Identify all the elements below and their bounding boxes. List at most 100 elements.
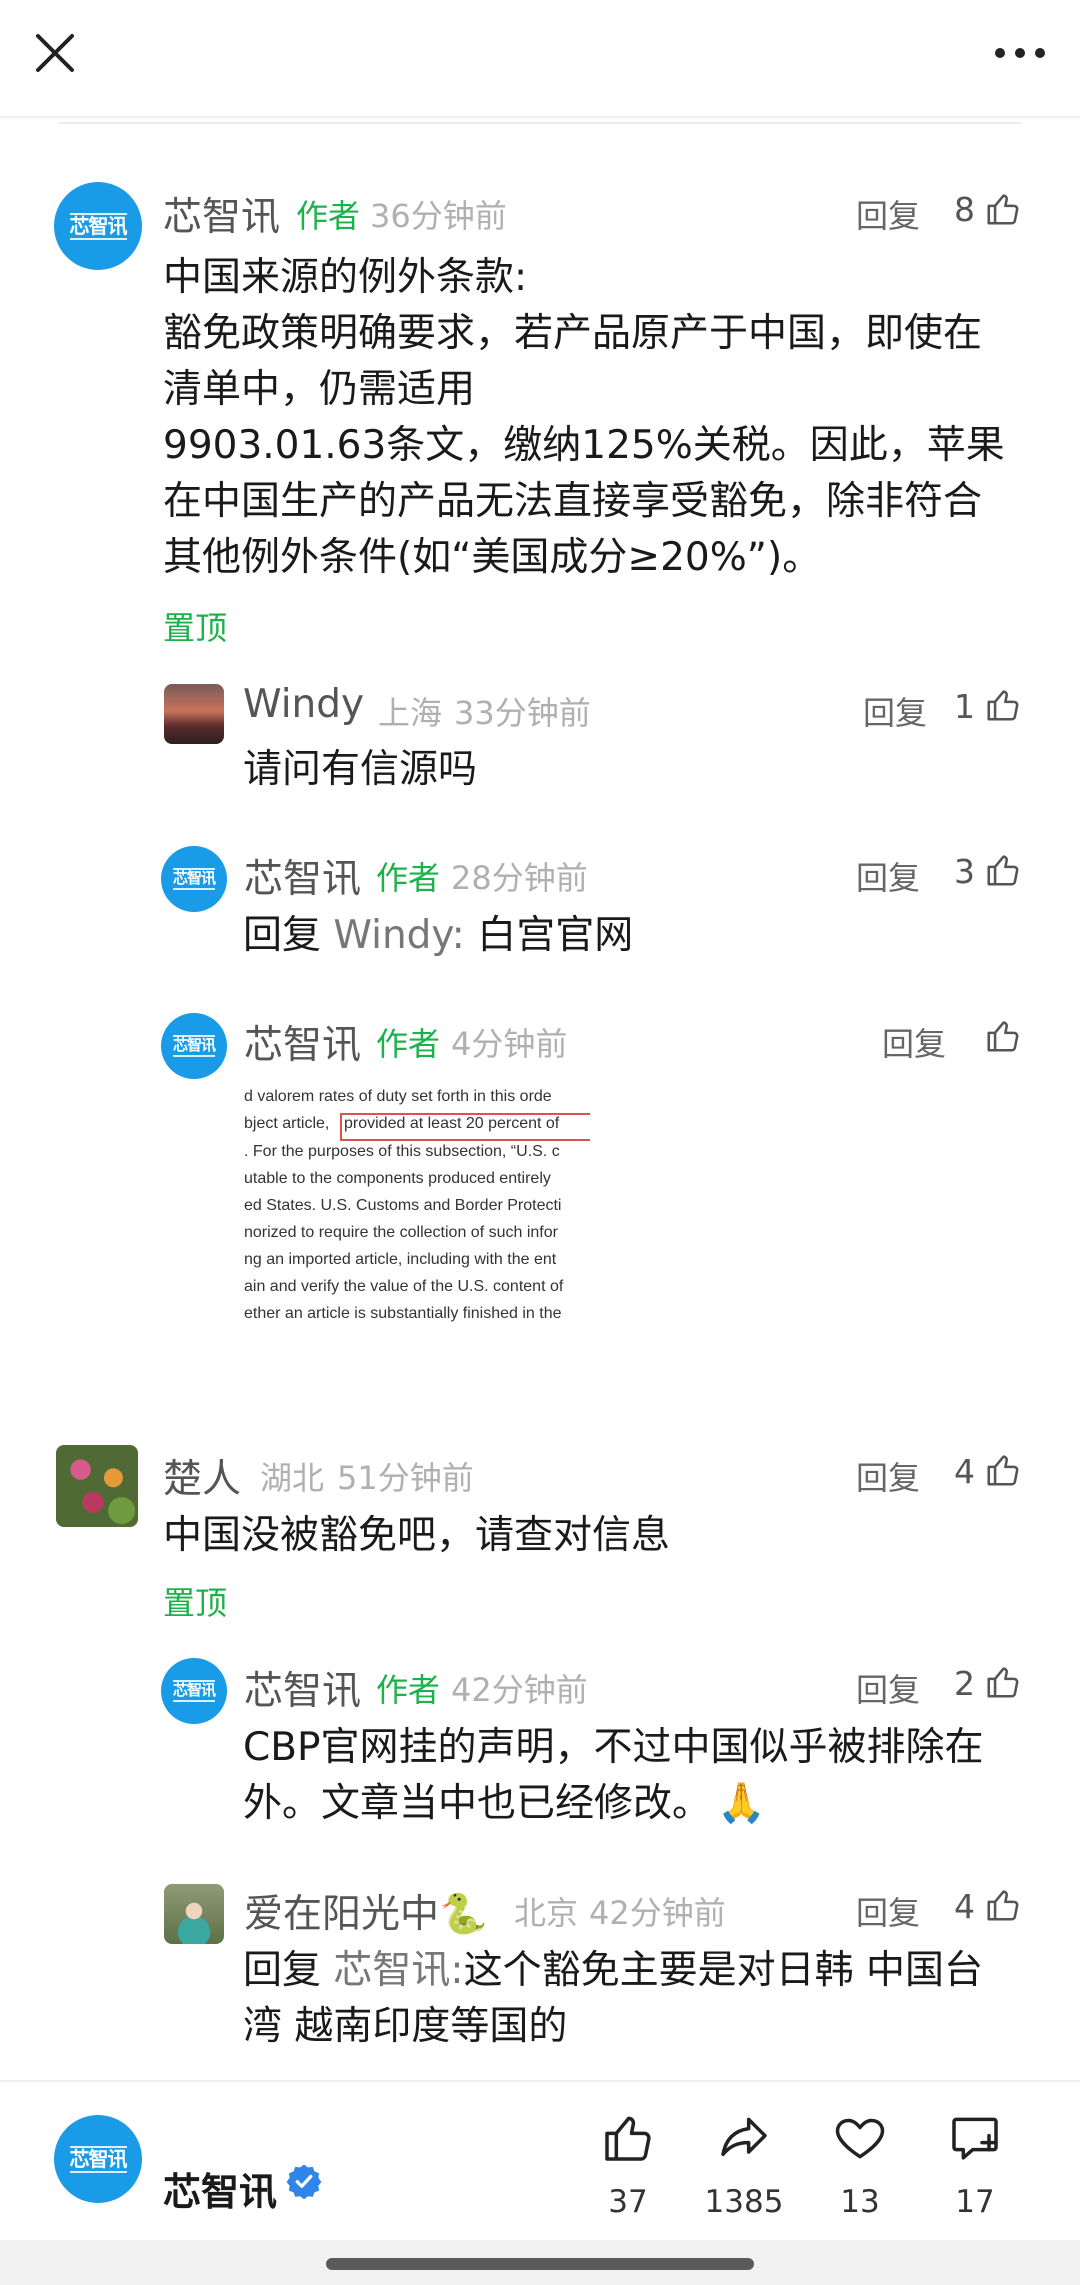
reply-text: 白宫官网 [477, 913, 634, 958]
thumb-up-icon[interactable] [984, 851, 1022, 889]
commenter-location: 湖北 [260, 1459, 325, 1497]
comment-line: 中国来源的例外条款: [163, 255, 528, 300]
avatar[interactable]: 芯智讯 [54, 2115, 142, 2203]
avatar[interactable] [164, 684, 224, 744]
share-icon [721, 2117, 767, 2157]
commenter-name[interactable]: 芯智讯 [163, 186, 280, 242]
reply-button[interactable]: 回复 [856, 191, 920, 237]
account-name[interactable]: 芯智讯 [163, 2161, 277, 2216]
commenter-name[interactable]: 楚人 [163, 1448, 241, 1504]
image-text-line: ether an article is substantially finish… [244, 1305, 562, 1322]
author-tag: 作者 [376, 1671, 441, 1709]
avatar[interactable] [56, 1445, 138, 1527]
like-count: 2 [954, 1664, 975, 1703]
reply-button[interactable]: 回复 [863, 688, 927, 734]
comment-body: 回复 芯智讯:这个豁免主要是对日韩 中国台 湾 越南印度等国的 [243, 1943, 1043, 2055]
pinned-label: 置顶 [163, 609, 228, 647]
comment-body: 中国没被豁免吧，请查对信息 [163, 1513, 671, 1558]
author-tag: 作者 [376, 859, 441, 897]
favorite-button[interactable]: 13 [805, 2110, 915, 2220]
commenter-name[interactable]: 爱在阳光中🐍 [244, 1883, 488, 1939]
like-count: 37 [608, 2184, 648, 2220]
comment-button[interactable]: 17 [920, 2110, 1030, 2220]
pinned-label: 置顶 [163, 1584, 228, 1622]
image-text-line: ed States. U.S. Customs and Border Prote… [244, 1197, 562, 1214]
avatar[interactable]: 芯智讯 [161, 1658, 227, 1724]
author-tag: 作者 [376, 1025, 441, 1063]
comment-time: 28分钟前 [451, 859, 588, 897]
comment-body: 回复 Windy: 白宫官网 [243, 908, 633, 964]
home-indicator[interactable] [326, 2258, 754, 2270]
reply-text: 这个豁免主要是对日韩 中国台 [463, 1948, 983, 1993]
author-tag: 作者 [296, 197, 361, 235]
like-button[interactable]: 37 [573, 2110, 683, 2220]
commenter-name[interactable]: 芯智讯 [244, 848, 361, 904]
avatar[interactable]: 芯智讯 [161, 846, 227, 912]
pray-emoji: 🙏 [717, 1781, 766, 1826]
image-text-line: ain and verify the value of the U.S. con… [244, 1278, 564, 1295]
reply-to-name[interactable]: 芯智讯: [333, 1948, 463, 1993]
reply-button[interactable]: 回复 [856, 1665, 920, 1711]
comment-line: 9903.01.63条文，缴纳125%关税。因此，苹果 [163, 423, 1005, 468]
comment-line: 在中国生产的产品无法直接享受豁免，除非符合 [163, 479, 983, 524]
thumb-up-icon[interactable] [984, 686, 1022, 724]
comment-line: 其他例外条件(如“美国成分≥20%”)。 [163, 535, 822, 580]
like-count: 8 [954, 190, 975, 229]
comment-body: CBP官网挂的声明，不过中国似乎被排除在 外。文章当中也已经修改。 🙏 [243, 1720, 1043, 1832]
thumb-up-icon[interactable] [984, 190, 1022, 228]
attached-document-image[interactable]: d valorem rates of duty set forth in thi… [244, 1082, 590, 1332]
more-icon[interactable] [990, 38, 1050, 68]
comment-time: 36分钟前 [370, 197, 507, 235]
commenter-name[interactable]: 芯智讯 [244, 1660, 361, 1716]
comment-count: 17 [955, 2184, 995, 2220]
avatar[interactable]: 芯智讯 [161, 1013, 227, 1079]
comment-line: 外。文章当中也已经修改。 🙏 [243, 1776, 1043, 1832]
image-text-line: norized to require the collection of suc… [244, 1224, 558, 1241]
highlight-box [340, 1113, 590, 1141]
thumb-up-icon[interactable] [984, 1663, 1022, 1701]
comment-time: 4分钟前 [451, 1025, 568, 1063]
commenter-location: 上海 [378, 694, 443, 732]
comment-time: 42分钟前 [451, 1671, 588, 1709]
commenter-name[interactable]: 芯智讯 [244, 1014, 361, 1070]
comment-time: 33分钟前 [454, 694, 591, 732]
commenter-name[interactable]: Windy [243, 682, 364, 727]
comment-line: 湾 越南印度等国的 [243, 2004, 568, 2049]
thumb-up-icon[interactable] [984, 1886, 1022, 1924]
like-count: 3 [954, 852, 975, 891]
bottom-bar: 芯智讯 芯智讯 37 1385 13 17 [0, 2080, 1080, 2240]
comment-line: CBP官网挂的声明，不过中国似乎被排除在 [243, 1725, 984, 1770]
reply-prefix: 回复 [243, 913, 322, 958]
top-bar [0, 0, 1080, 118]
share-count: 1385 [704, 2184, 784, 2220]
reply-button[interactable]: 回复 [856, 1453, 920, 1499]
heart-icon [835, 2118, 885, 2159]
share-button[interactable]: 1385 [689, 2110, 799, 2220]
close-icon[interactable] [30, 28, 80, 78]
comment-line: 清单中，仍需适用 [163, 367, 476, 412]
thumb-up-icon[interactable] [984, 1017, 1022, 1055]
reply-to-name[interactable]: Windy: [333, 913, 464, 958]
thumb-up-icon [605, 2116, 651, 2161]
like-count: 1 [954, 687, 975, 726]
avatar[interactable] [164, 1884, 224, 1944]
commenter-name-text[interactable]: 爱在阳光中 [244, 1892, 439, 1937]
reply-button[interactable]: 回复 [856, 1888, 920, 1934]
thumb-up-icon[interactable] [984, 1451, 1022, 1489]
comment-time: 42分钟前 [589, 1894, 726, 1932]
favorite-count: 13 [840, 2184, 880, 2220]
snake-emoji: 🐍 [439, 1892, 488, 1937]
reply-button[interactable]: 回复 [882, 1019, 946, 1065]
comment-body: 中国来源的例外条款: 豁免政策明确要求，若产品原产于中国，即使在 清单中，仍需适… [163, 250, 1043, 586]
image-text-line: . For the purposes of this subsection, “… [244, 1143, 560, 1160]
system-home-bar [0, 2240, 1080, 2285]
avatar[interactable]: 芯智讯 [54, 182, 142, 270]
image-text-line: ng an imported article, including with t… [244, 1251, 557, 1268]
verified-icon [286, 2164, 322, 2199]
image-text-line: utable to the components produced entire… [244, 1170, 551, 1187]
like-count: 4 [954, 1887, 975, 1926]
commenter-location: 北京 [514, 1894, 579, 1932]
comment-add-icon [952, 2117, 998, 2160]
reply-button[interactable]: 回复 [856, 853, 920, 899]
like-count: 4 [954, 1452, 975, 1491]
